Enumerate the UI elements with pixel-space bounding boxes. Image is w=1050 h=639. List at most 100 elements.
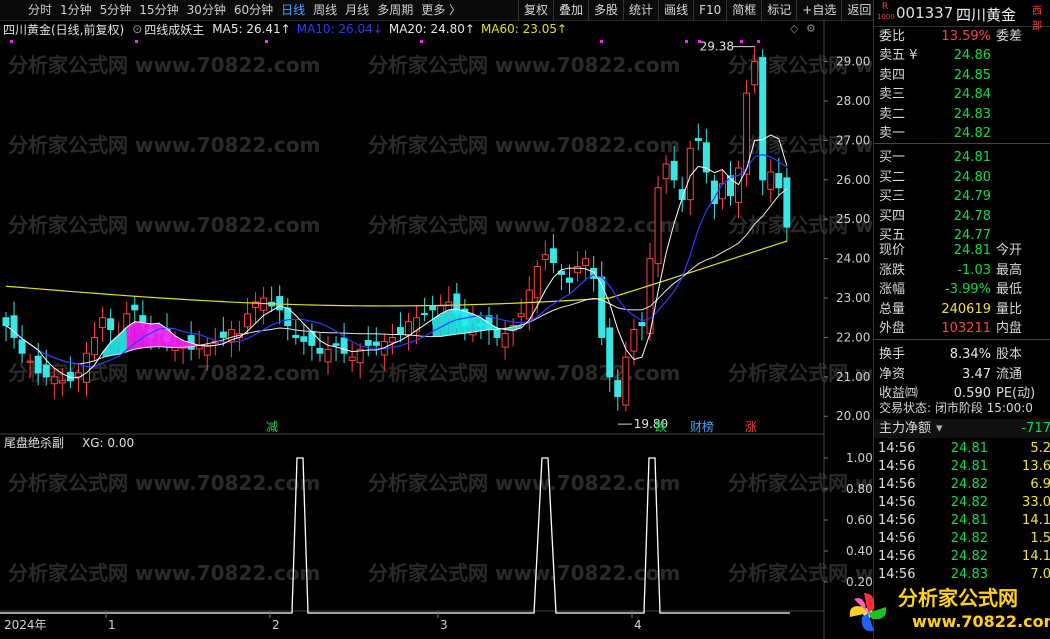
candle-body xyxy=(654,187,662,265)
ma-band-fill xyxy=(150,323,159,348)
candle-body xyxy=(396,327,404,335)
indicator-toggle-icon[interactable]: ⊙ xyxy=(132,22,142,36)
candle-body xyxy=(388,336,396,343)
period-tab[interactable]: 1分钟 xyxy=(56,0,96,20)
candle-body xyxy=(662,163,670,180)
r-badge: R 1000 xyxy=(877,2,895,21)
candle-body xyxy=(598,276,606,338)
signal-dot xyxy=(685,40,688,43)
stat-row: 净资 3.47 流通 xyxy=(879,366,1023,382)
candle-body xyxy=(58,380,66,384)
order-book-row[interactable]: 买三 24.79 xyxy=(874,187,1050,206)
signal-dot xyxy=(10,40,13,43)
book-price: 24.83 xyxy=(953,106,991,122)
high-label: 29.38 xyxy=(700,40,734,54)
toolbar-action[interactable]: 统计 xyxy=(623,0,658,20)
candle-body xyxy=(348,356,356,362)
period-tab[interactable]: 月线 xyxy=(341,0,373,20)
stock-name: 四川黄金 xyxy=(956,6,1017,24)
book-price: 24.82 xyxy=(953,126,991,142)
candle-body xyxy=(26,360,34,363)
candle-body xyxy=(751,61,759,86)
candle-body xyxy=(775,173,783,189)
ma-band-fill xyxy=(134,321,143,350)
toolbar-action[interactable]: 叠加 xyxy=(553,0,588,20)
period-tab[interactable]: 日线 xyxy=(277,0,309,20)
indicator-name[interactable]: 四线成妖主 xyxy=(144,21,204,38)
price-axis-label: 29.00 xyxy=(836,55,870,69)
book-level: 买四 xyxy=(879,208,906,224)
quote-header: R 1000 001337 四川黄金 西部 xyxy=(874,0,1050,32)
toolbar-action[interactable]: 标记 xyxy=(761,0,796,20)
period-tab[interactable]: 多周期 xyxy=(373,0,417,20)
candle-body xyxy=(421,313,429,316)
candle-body xyxy=(630,329,638,352)
book-level: 买三 xyxy=(879,189,906,205)
order-book-row[interactable]: 买四 24.78 xyxy=(874,207,1050,226)
stat-row: 涨跌 -1.03 最高 xyxy=(879,262,1023,278)
ma-band-fill xyxy=(432,313,441,337)
candle-body xyxy=(574,266,582,274)
signal-dot xyxy=(740,40,743,43)
period-tab[interactable]: 更多 〉 xyxy=(417,0,465,20)
period-tabs: 分时 1分钟 5分钟 15分钟 30分钟 60分钟 日线 周线 月线 多周期 更多 〉 xyxy=(24,0,465,20)
candle-body xyxy=(332,343,340,346)
order-book-row[interactable]: 卖三 24.84 xyxy=(874,85,1050,104)
watermark-text: 分析家公式网 www.70822.com xyxy=(8,53,320,77)
period-tab[interactable]: 15分钟 xyxy=(135,0,182,20)
diamond-icon[interactable]: ◇ xyxy=(790,22,799,35)
toolbar-action[interactable]: 复权 xyxy=(518,0,553,20)
candle-body xyxy=(759,57,767,181)
toolbar-action[interactable]: 画线 xyxy=(658,0,693,20)
ma60-label: MA60: 23.05↑ xyxy=(480,22,568,36)
book-level: 卖五 ¥ xyxy=(879,48,918,63)
toolbar-action[interactable]: 多股 xyxy=(588,0,623,20)
order-book-row[interactable]: 卖五 ¥ 24.86 xyxy=(874,46,1050,65)
period-tab[interactable]: 周线 xyxy=(309,0,341,20)
period-tab[interactable]: 5分钟 xyxy=(96,0,136,20)
toolbar-action[interactable]: +自选 xyxy=(796,0,841,20)
price-axis-label: 22.00 xyxy=(836,330,870,344)
logo-url: www.70822.com xyxy=(912,612,1050,631)
book-price: 24.85 xyxy=(953,67,991,83)
order-book-row[interactable]: 买二 24.80 xyxy=(874,168,1050,187)
signal-dot xyxy=(135,40,138,43)
toolbar-action[interactable]: 简框 xyxy=(726,0,761,20)
period-tab[interactable]: 分时 xyxy=(24,0,56,20)
tick-row: 14:56 24.83 7.0 xyxy=(878,567,1050,582)
candle-body xyxy=(405,321,412,336)
stat-row: 现价 24.81 今开 xyxy=(879,243,1023,258)
candle-body xyxy=(18,339,26,354)
period-tab[interactable]: 30分钟 xyxy=(183,0,230,20)
order-book-row[interactable]: 卖四 24.85 xyxy=(874,66,1050,85)
candle-body xyxy=(131,304,139,311)
order-book-row[interactable]: 卖一 24.82 xyxy=(874,124,1050,143)
toolbar-action[interactable]: F10 xyxy=(693,0,726,20)
book-price: 24.84 xyxy=(953,87,991,103)
candle-body xyxy=(244,313,251,328)
candle-body xyxy=(694,138,702,141)
watermark-text: 分析家公式网 www.70822.com xyxy=(368,213,680,237)
ma-band-fill xyxy=(167,328,176,348)
tick-row: 14:56 24.81 13.6 xyxy=(878,459,1050,474)
candle-body xyxy=(316,347,324,354)
ma20-label: MA20: 24.80↑ xyxy=(388,22,475,36)
signal-mark: 跌 xyxy=(655,419,667,434)
candle-body xyxy=(566,277,573,283)
toolbar-action[interactable]: 返回 xyxy=(841,0,876,20)
candle-body xyxy=(606,327,614,378)
signal-mark: 财榜 xyxy=(690,419,714,434)
tick-row: 14:56 24.82 14.1 xyxy=(878,549,1050,564)
watermark-text: 分析家公式网 www.70822.com xyxy=(8,133,320,157)
book-level: 卖三 xyxy=(879,87,906,103)
main-net-row[interactable]: 主力净额 ▾ -717 xyxy=(874,419,1050,438)
kline-chart[interactable]: 分析家公式网 www.70822.com 分析家公式网 www.70822.com… xyxy=(0,20,872,639)
candle-body xyxy=(501,333,509,348)
dropdown-icon[interactable]: ▾ xyxy=(936,419,943,438)
period-tab[interactable]: 60分钟 xyxy=(230,0,277,20)
order-book-row[interactable]: 卖二 24.83 xyxy=(874,105,1050,124)
order-book-row[interactable]: 买一 24.81 xyxy=(874,148,1050,167)
signal-dot xyxy=(698,40,701,43)
candle-body xyxy=(582,258,590,266)
settings-icon[interactable]: ⚙ xyxy=(806,22,816,35)
